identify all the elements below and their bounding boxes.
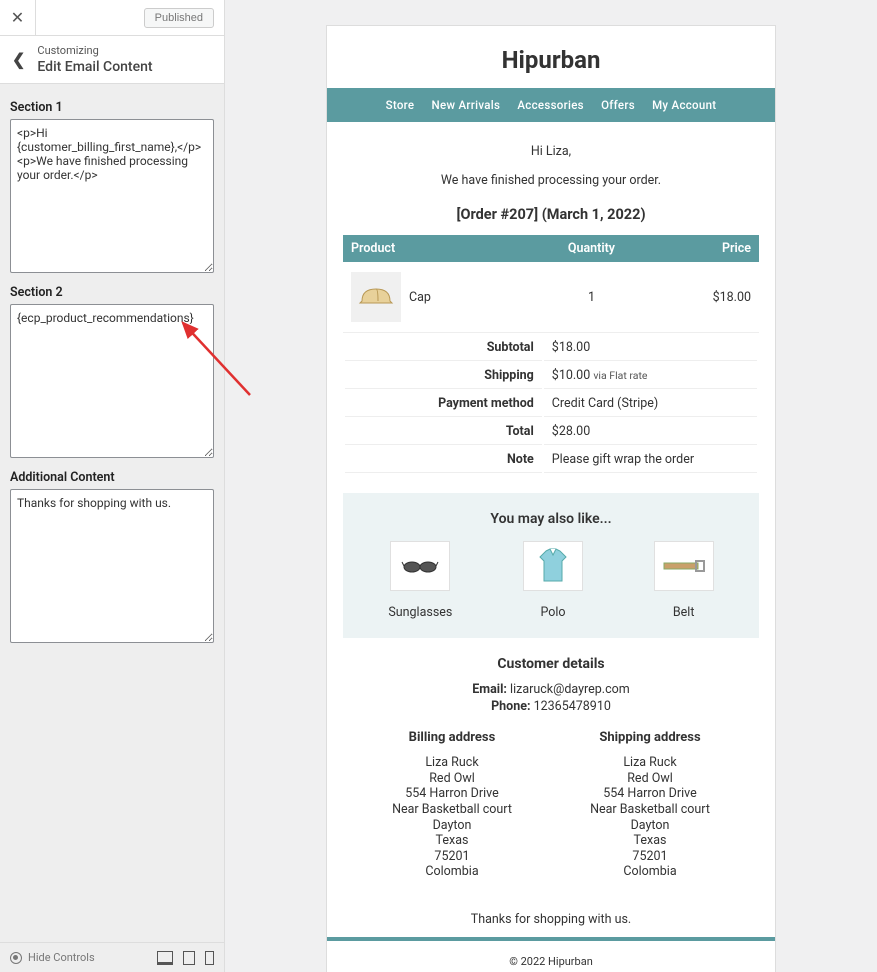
rec-item-sunglasses[interactable]: Sunglasses bbox=[388, 541, 452, 620]
desktop-preview-button[interactable] bbox=[157, 951, 173, 965]
totals-table: Subtotal$18.00 Shipping$10.00 via Flat r… bbox=[343, 333, 759, 475]
nav-my-account[interactable]: My Account bbox=[652, 98, 716, 112]
section1-textarea[interactable] bbox=[10, 119, 214, 273]
nav-new-arrivals[interactable]: New Arrivals bbox=[432, 98, 501, 112]
sidebar-header: ✕ Published bbox=[0, 0, 224, 36]
order-title: [Order #207] (March 1, 2022) bbox=[343, 206, 759, 223]
subtotal-label: Subtotal bbox=[345, 335, 542, 361]
shipping-title: Shipping address bbox=[555, 730, 745, 745]
phone-value: 12365478910 bbox=[534, 699, 611, 714]
section2-textarea[interactable] bbox=[10, 304, 214, 458]
order-table: Product Quantity Price Cap 1 $18.00 bbox=[343, 235, 759, 333]
additional-content-label: Additional Content bbox=[10, 470, 214, 485]
recs-title: You may also like... bbox=[353, 511, 749, 527]
th-product: Product bbox=[343, 235, 530, 262]
phone-label: Phone: bbox=[491, 699, 530, 714]
email-brand-title: Hipurban bbox=[327, 26, 775, 88]
product-price: $18.00 bbox=[653, 262, 759, 333]
close-button[interactable]: ✕ bbox=[0, 0, 36, 36]
shipping-value: $10.00 via Flat rate bbox=[544, 363, 757, 389]
rec-name: Belt bbox=[654, 605, 714, 620]
subtotal-value: $18.00 bbox=[544, 335, 757, 361]
nav-accessories[interactable]: Accessories bbox=[517, 98, 584, 112]
shipping-label: Shipping bbox=[345, 363, 542, 389]
customer-details: Customer details Email: lizaruck@dayrep.… bbox=[343, 656, 759, 898]
th-price: Price bbox=[653, 235, 759, 262]
email-nav: Store New Arrivals Accessories Offers My… bbox=[327, 88, 775, 122]
panel-title: Edit Email Content bbox=[37, 59, 212, 75]
rec-item-polo[interactable]: Polo bbox=[523, 541, 583, 620]
greeting-text: Hi Liza, bbox=[343, 144, 759, 159]
product-image-cap bbox=[351, 272, 401, 322]
hide-controls-label: Hide Controls bbox=[28, 951, 95, 964]
processing-text: We have finished processing your order. bbox=[343, 173, 759, 188]
section2-label: Section 2 bbox=[10, 285, 214, 300]
email-preview: Hipurban Store New Arrivals Accessories … bbox=[326, 25, 776, 972]
device-preview-buttons bbox=[157, 951, 214, 965]
email-value: lizaruck@dayrep.com bbox=[510, 682, 630, 697]
shipping-address: Shipping address Liza Ruck Red Owl 554 H… bbox=[555, 730, 745, 880]
billing-title: Billing address bbox=[357, 730, 547, 745]
note-label: Note bbox=[345, 447, 542, 473]
total-value: $28.00 bbox=[544, 419, 757, 445]
product-name: Cap bbox=[409, 290, 431, 305]
back-button[interactable]: ❮ bbox=[12, 50, 25, 69]
note-value: Please gift wrap the order bbox=[544, 447, 757, 473]
email-label: Email: bbox=[472, 682, 507, 697]
cd-title: Customer details bbox=[353, 656, 749, 672]
tablet-preview-button[interactable] bbox=[183, 951, 195, 965]
product-qty: 1 bbox=[530, 262, 653, 333]
panel-body: Section 1 Section 2 Additional Content bbox=[0, 84, 224, 972]
collapse-icon bbox=[10, 952, 22, 964]
preview-pane: Hipurban Store New Arrivals Accessories … bbox=[225, 0, 877, 972]
email-footer: © 2022 Hipurban bbox=[327, 937, 775, 972]
additional-content-textarea[interactable] bbox=[10, 489, 214, 643]
customizer-sidebar: ✕ Published ❮ Customizing Edit Email Con… bbox=[0, 0, 225, 972]
billing-address: Billing address Liza Ruck Red Owl 554 Ha… bbox=[357, 730, 547, 880]
nav-offers[interactable]: Offers bbox=[601, 98, 635, 112]
section1-label: Section 1 bbox=[10, 100, 214, 115]
th-quantity: Quantity bbox=[530, 235, 653, 262]
payment-value: Credit Card (Stripe) bbox=[544, 391, 757, 417]
sidebar-footer: Hide Controls bbox=[0, 942, 224, 972]
rec-name: Sunglasses bbox=[388, 605, 452, 620]
rec-item-belt[interactable]: Belt bbox=[654, 541, 714, 620]
mobile-preview-button[interactable] bbox=[205, 951, 214, 965]
table-row: Cap 1 $18.00 bbox=[343, 262, 759, 333]
payment-label: Payment method bbox=[345, 391, 542, 417]
thanks-text: Thanks for shopping with us. bbox=[343, 912, 759, 927]
publish-button[interactable]: Published bbox=[144, 8, 214, 28]
customizing-label: Customizing bbox=[37, 44, 212, 57]
recommendations-block: You may also like... Sunglasses Polo Bel… bbox=[343, 493, 759, 638]
hide-controls-button[interactable]: Hide Controls bbox=[10, 951, 157, 964]
nav-store[interactable]: Store bbox=[386, 98, 415, 112]
panel-subheader: ❮ Customizing Edit Email Content bbox=[0, 36, 224, 84]
total-label: Total bbox=[345, 419, 542, 445]
rec-name: Polo bbox=[523, 605, 583, 620]
